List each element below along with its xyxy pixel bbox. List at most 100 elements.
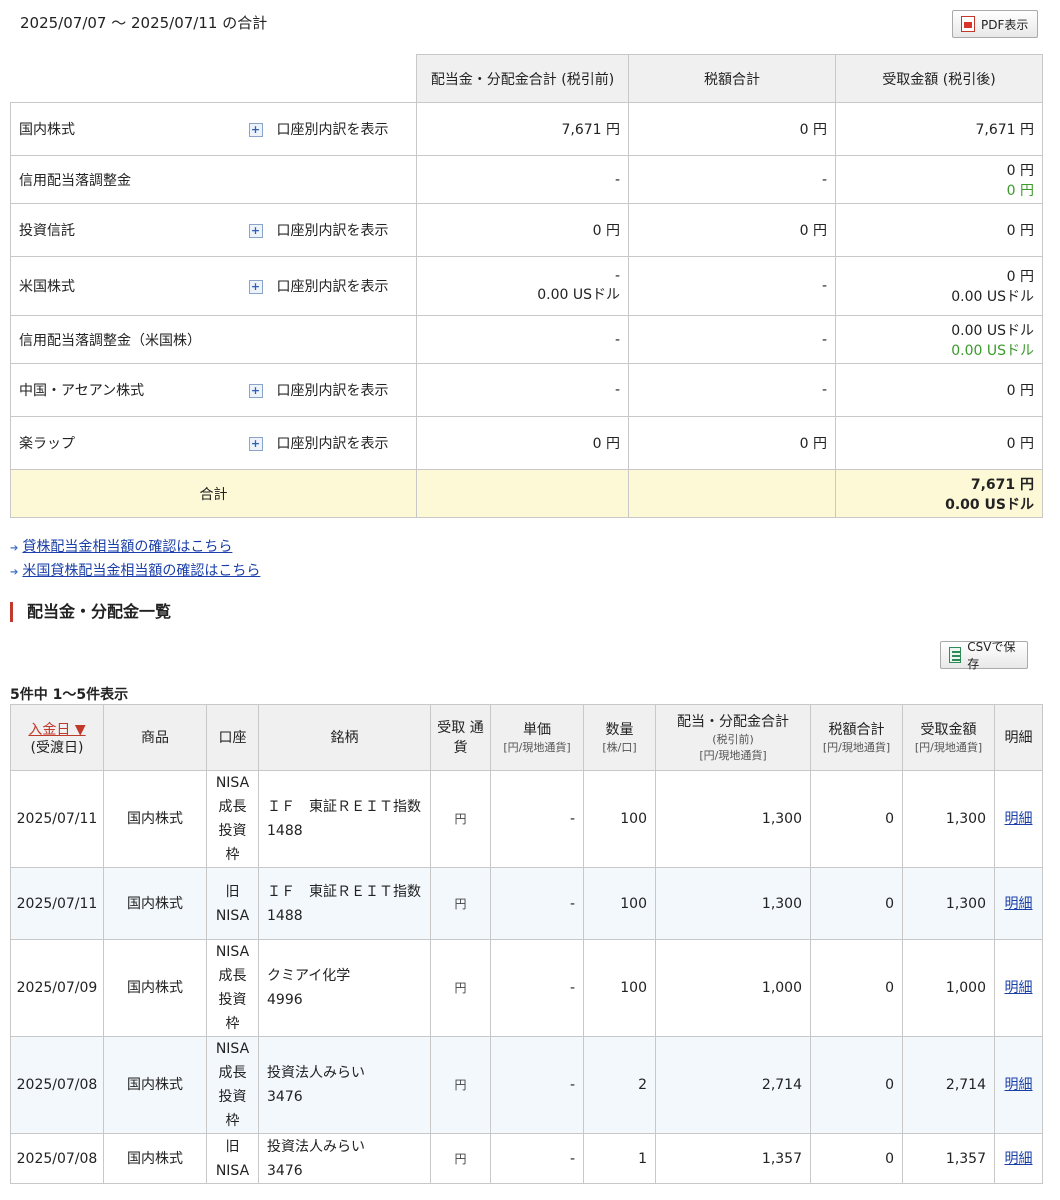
quantity-cell: 100 xyxy=(583,939,656,1037)
account-cell: NISA 成長 投資枠 xyxy=(206,939,259,1037)
pre-amount: -0.00 USドル xyxy=(416,256,629,316)
header-account: 口座 xyxy=(206,704,259,771)
currency-cell: 円 xyxy=(430,939,491,1037)
expand-plus-icon[interactable]: + xyxy=(248,123,263,137)
header-tax: 税額合計 [円/現地通貨] xyxy=(810,704,903,771)
unit-price-cell: - xyxy=(490,939,584,1037)
quantity-cell: 100 xyxy=(583,770,656,868)
table-row: 2025/07/09 国内株式 NISA 成長 投資枠 クミアイ化学 4996 円 -… xyxy=(10,939,1043,1037)
quantity-cell: 100 xyxy=(583,867,656,940)
post-amount: 7,671 円 xyxy=(835,102,1043,156)
toggle-label[interactable]: 口座別内訳を表示 xyxy=(277,436,389,452)
csv-save-button[interactable]: CSVで保存 xyxy=(940,640,1028,671)
received-cell: 1,357 xyxy=(902,1133,995,1184)
unit-price-cell: - xyxy=(490,1133,584,1184)
expand-plus-icon[interactable]: + xyxy=(248,224,263,238)
tax-cell: 0 xyxy=(810,1133,903,1184)
quantity-cell: 1 xyxy=(583,1133,656,1184)
detail-link[interactable]: 明細 xyxy=(1005,1151,1033,1167)
detail-link[interactable]: 明細 xyxy=(1005,1077,1033,1093)
result-count: 5件中 1〜5件表示 xyxy=(10,687,129,703)
tax-amount: - xyxy=(628,363,836,417)
breakdown-toggle[interactable]: + 口座別内訳を表示 xyxy=(240,416,417,470)
summary-table: 配当金・分配金合計 (税引前) 税額合計 受取金額 (税引後) 国内株式 + 口座… xyxy=(10,54,1043,518)
name-cell: 投資法人みらい 3476 xyxy=(258,1133,431,1184)
name-cell: クミアイ化学 4996 xyxy=(258,939,431,1037)
table-row: 2025/07/08 国内株式 旧 NISA 投資法人みらい 3476 円 - 1 … xyxy=(10,1133,1043,1184)
toggle-label[interactable]: 口座別内訳を表示 xyxy=(277,279,389,295)
quantity-cell: 2 xyxy=(583,1036,656,1134)
date-cell: 2025/07/08 xyxy=(10,1133,104,1184)
post-amount: 0.00 USドル 0.00 USドル xyxy=(835,315,1043,364)
received-cell: 2,714 xyxy=(902,1036,995,1134)
detail-link[interactable]: 明細 xyxy=(1005,811,1033,827)
detail-link[interactable]: 明細 xyxy=(1005,896,1033,912)
header-received: 受取金額 [円/現地通貨] xyxy=(902,704,995,771)
pdf-icon xyxy=(961,16,975,32)
unit-price-cell: - xyxy=(490,1036,584,1134)
account-cell: NISA 成長 投資枠 xyxy=(206,1036,259,1134)
summary-total-row: 合計 7,671 円 0.00 USドル xyxy=(10,469,1043,518)
tax-cell: 0 xyxy=(810,867,903,940)
header-name: 銘柄 xyxy=(258,704,431,771)
tax-cell: 0 xyxy=(810,1036,903,1134)
row-label: 信用配当落調整金（米国株） xyxy=(10,315,417,364)
tax-amount: - xyxy=(628,155,836,204)
header-unit-price: 単価 [円/現地通貨] xyxy=(490,704,584,771)
pre-tax-cell: 2,714 xyxy=(655,1036,811,1134)
toggle-label[interactable]: 口座別内訳を表示 xyxy=(277,122,389,138)
name-cell: ＩＦ 東証ＲＥＩＴ指数 1488 xyxy=(258,770,431,868)
expand-plus-icon[interactable]: + xyxy=(248,280,263,294)
row-label: 米国株式 xyxy=(10,256,241,316)
product-cell: 国内株式 xyxy=(103,939,207,1037)
expand-plus-icon[interactable]: + xyxy=(248,384,263,398)
breakdown-toggle[interactable]: + 口座別内訳を表示 xyxy=(240,256,417,316)
toggle-label[interactable]: 口座別内訳を表示 xyxy=(277,383,389,399)
name-cell: ＩＦ 東証ＲＥＩＴ指数 1488 xyxy=(258,867,431,940)
header-pre-tax: 配当・分配金合計 (税引前) [円/現地通貨] xyxy=(655,704,811,771)
pre-tax-cell: 1,300 xyxy=(655,867,811,940)
tax-amount: 0 円 xyxy=(628,203,836,257)
post-amount: 0 円 0.00 USドル xyxy=(835,256,1043,316)
breakdown-toggle[interactable]: + 口座別内訳を表示 xyxy=(240,363,417,417)
pdf-button[interactable]: PDF表示 xyxy=(952,10,1038,38)
link-arrow-icon: ➔ xyxy=(10,543,19,554)
pre-amount: 0 円 xyxy=(416,416,629,470)
header-date[interactable]: 入金日 ▼ (受渡日) xyxy=(10,704,104,771)
received-cell: 1,300 xyxy=(902,867,995,940)
breakdown-toggle[interactable]: + 口座別内訳を表示 xyxy=(240,102,417,156)
link-arrow-icon: ➔ xyxy=(10,567,19,578)
breakdown-toggle[interactable]: + 口座別内訳を表示 xyxy=(240,203,417,257)
expand-plus-icon[interactable]: + xyxy=(248,437,263,451)
table-row: 2025/07/11 国内株式 旧 NISA ＩＦ 東証ＲＥＩＴ指数 1488 円 … xyxy=(10,867,1043,940)
account-cell: 旧 NISA xyxy=(206,1133,259,1184)
summary-row-asean: 中国・アセアン株式 + 口座別内訳を表示 - - 0 円 xyxy=(10,363,1043,417)
toggle-label[interactable]: 口座別内訳を表示 xyxy=(277,223,389,239)
row-label: 楽ラップ xyxy=(10,416,241,470)
tax-amount: 0 円 xyxy=(628,416,836,470)
summary-header-tax: 税額合計 xyxy=(628,54,836,103)
summary-row-margin-adjust: 信用配当落調整金 - - 0 円0 円 xyxy=(10,155,1043,204)
us-lending-dividend-link[interactable]: 米国貸株配当金相当額の確認はこちら xyxy=(22,563,260,579)
period-title: 2025/07/07 ～ 2025/07/11 の合計 xyxy=(20,14,268,32)
currency-cell: 円 xyxy=(430,867,491,940)
post-amount: 0 円 xyxy=(835,363,1043,417)
name-cell: 投資法人みらい 3476 xyxy=(258,1036,431,1134)
row-label: 中国・アセアン株式 xyxy=(10,363,241,417)
date-cell: 2025/07/08 xyxy=(10,1036,104,1134)
product-cell: 国内株式 xyxy=(103,867,207,940)
account-cell: 旧 NISA xyxy=(206,867,259,940)
detail-link[interactable]: 明細 xyxy=(1005,980,1033,996)
summary-row-us-margin-adjust: 信用配当落調整金（米国株） - - 0.00 USドル 0.00 USドル xyxy=(10,315,1043,364)
product-cell: 国内株式 xyxy=(103,770,207,868)
csv-button-label: CSVで保存 xyxy=(967,640,1016,671)
lending-dividend-link[interactable]: 貸株配当金相当額の確認はこちら xyxy=(22,539,232,555)
tax-amount: - xyxy=(628,315,836,364)
header-quantity: 数量 [株/口] xyxy=(583,704,656,771)
date-cell: 2025/07/09 xyxy=(10,939,104,1037)
header-detail: 明細 xyxy=(994,704,1043,771)
tax-cell: 0 xyxy=(810,770,903,868)
summary-row-us: 米国株式 + 口座別内訳を表示 -0.00 USドル - 0 円 0.00 USドル xyxy=(10,256,1043,316)
header-currency: 受取 通貨 xyxy=(430,704,491,771)
unit-price-cell: - xyxy=(490,770,584,868)
